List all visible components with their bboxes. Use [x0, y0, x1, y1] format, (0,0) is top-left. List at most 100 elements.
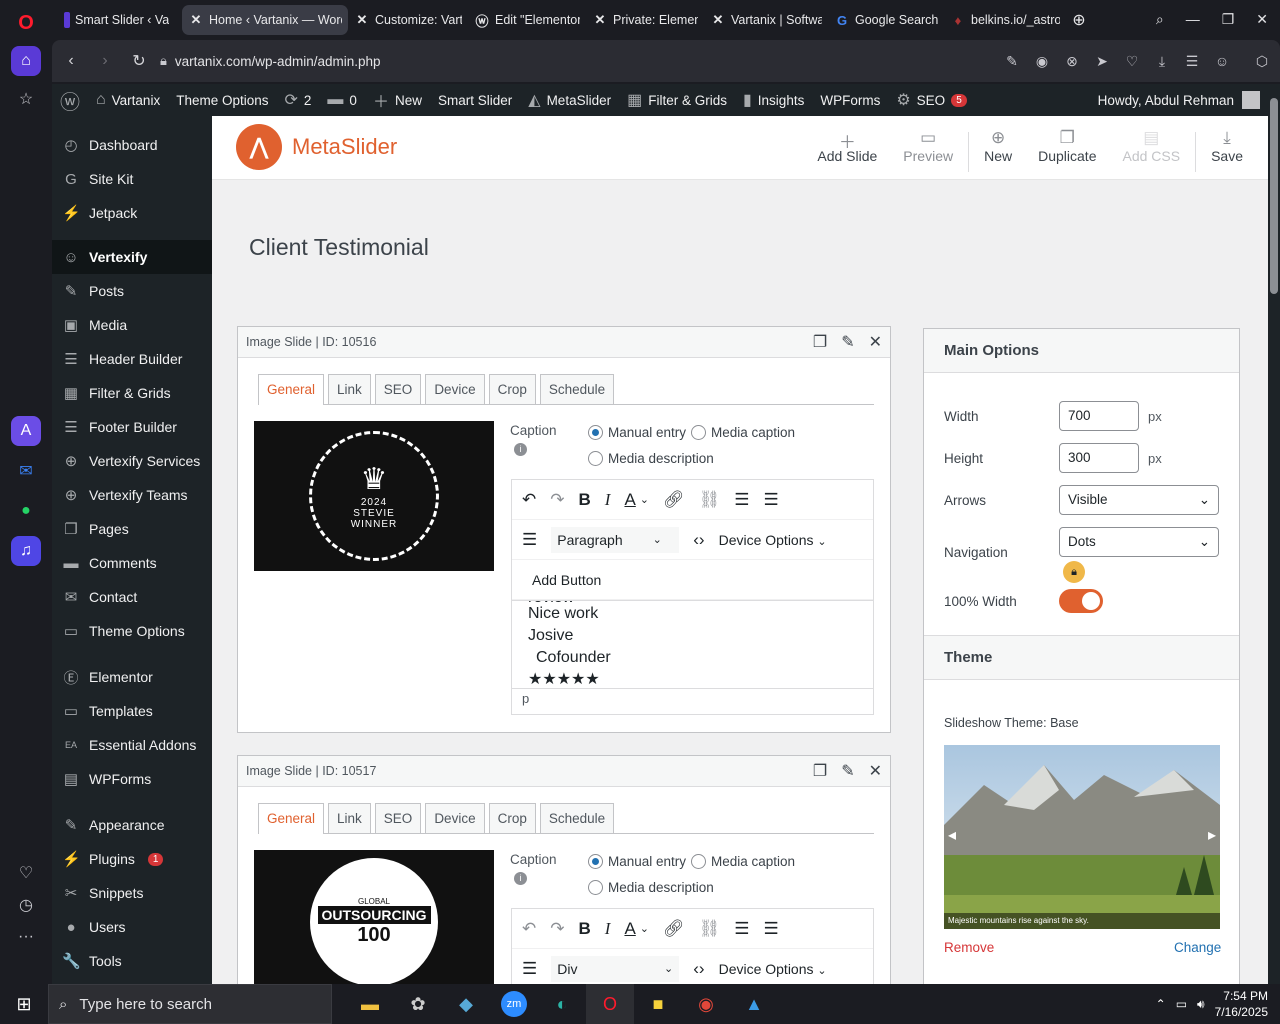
- browser-tab[interactable]: ✕ Vartanix | Softwa: [704, 5, 828, 35]
- editor-body[interactable]: review Nice work Josive Cofounder ★★★★★: [512, 600, 873, 688]
- tab-schedule[interactable]: Schedule: [539, 803, 615, 833]
- change-theme-link[interactable]: Change: [1174, 940, 1221, 955]
- remove-theme-link[interactable]: Remove: [944, 940, 994, 955]
- tab-general[interactable]: General: [258, 374, 325, 405]
- sidebar-item-theme-options[interactable]: ▭ Theme Options: [52, 614, 212, 648]
- prev-arrow-icon[interactable]: ◂: [948, 825, 956, 845]
- seo-link[interactable]: ⚙ SEO 5: [888, 84, 974, 116]
- link-icon[interactable]: 🔗︎: [663, 919, 685, 939]
- send-icon[interactable]: ➤: [1090, 49, 1114, 73]
- undo-icon[interactable]: ↶: [522, 919, 536, 939]
- network-icon[interactable]: ▭: [1176, 997, 1187, 1011]
- browser-tab[interactable]: G Google Search: [828, 5, 944, 35]
- bold-icon[interactable]: B: [579, 490, 591, 510]
- comments-link[interactable]: ▬ 0: [319, 84, 365, 116]
- block-icon[interactable]: ⊗: [1060, 49, 1084, 73]
- scrollbar-thumb[interactable]: [1270, 98, 1278, 294]
- heart-icon[interactable]: ♡: [11, 858, 41, 888]
- slide-image[interactable]: GLOBAL OUTSOURCING 100: [254, 850, 494, 984]
- sticky-notes-icon[interactable]: ■: [634, 984, 682, 1024]
- sidebar-item-appearance[interactable]: ✎ Appearance: [52, 808, 212, 842]
- opera-icon[interactable]: O: [586, 984, 634, 1024]
- page-scrollbar[interactable]: [1268, 84, 1280, 984]
- volume-icon[interactable]: 🔊︎: [1197, 997, 1205, 1012]
- manual-entry-radio[interactable]: Manual entry: [588, 854, 686, 869]
- italic-icon[interactable]: I: [605, 919, 611, 939]
- sidebar-item-elementor[interactable]: Ⓔ Elementor: [52, 660, 212, 694]
- edit-slide-icon[interactable]: ✎: [841, 761, 854, 781]
- format-select[interactable]: Paragraph ⌄: [551, 526, 680, 553]
- device-options-dropdown[interactable]: Device Options ⌄: [719, 532, 827, 548]
- tab-crop[interactable]: Crop: [488, 803, 536, 833]
- menu-icon[interactable]: ☰: [1180, 49, 1204, 73]
- media-description-radio[interactable]: Media description: [588, 880, 714, 895]
- format-select[interactable]: Div ⌄: [551, 955, 680, 982]
- add-slide-button[interactable]: ＋ Add Slide: [804, 128, 890, 164]
- file-explorer-icon[interactable]: ▬: [346, 984, 394, 1024]
- url-field[interactable]: vartanix.com/wp-admin/admin.php: [175, 54, 381, 69]
- chrome-icon[interactable]: ◉: [682, 984, 730, 1024]
- sidebar-item-templates[interactable]: ▭ Templates: [52, 694, 212, 728]
- width-input[interactable]: 700: [1059, 401, 1139, 431]
- edit-slide-icon[interactable]: ✎: [841, 332, 854, 352]
- music-icon[interactable]: ♫: [11, 536, 41, 566]
- sidebar-item-users[interactable]: ● Users: [52, 910, 212, 944]
- sidebar-item-jetpack[interactable]: ⚡ Jetpack: [52, 196, 212, 230]
- home-icon[interactable]: ⌂: [11, 46, 41, 76]
- more-icon[interactable]: ···: [11, 922, 41, 952]
- browser-tab[interactable]: ✕ Customize: Varta: [348, 5, 468, 35]
- undo-icon[interactable]: ↶: [522, 490, 536, 510]
- chevron-down-icon[interactable]: ⌄: [640, 922, 649, 935]
- browser-tab[interactable]: Smart Slider ‹ Va: [58, 5, 182, 35]
- save-button[interactable]: ⤓ Save: [1198, 128, 1256, 164]
- profile-icon[interactable]: ☺: [1210, 49, 1234, 73]
- back-icon[interactable]: ‹: [54, 44, 88, 78]
- duplicate-slide-icon[interactable]: ❐: [813, 332, 827, 352]
- sidebar-item-tools[interactable]: 🔧 Tools: [52, 944, 212, 978]
- height-input[interactable]: 300: [1059, 443, 1139, 473]
- chevron-up-icon[interactable]: ⌃: [1156, 997, 1166, 1011]
- browser-tab[interactable]: ♦ belkins.io/_astro: [944, 5, 1066, 35]
- tab-seo[interactable]: SEO: [374, 803, 422, 833]
- media-caption-radio[interactable]: Media caption: [691, 425, 795, 440]
- tab-link[interactable]: Link: [328, 374, 371, 404]
- app-diamond-icon[interactable]: ◆: [442, 984, 490, 1024]
- main-options-title[interactable]: Main Options: [924, 329, 1239, 373]
- paint-icon[interactable]: ✿: [394, 984, 442, 1024]
- tab-link[interactable]: Link: [328, 803, 371, 833]
- sidebar-item-media[interactable]: ▣ Media: [52, 308, 212, 342]
- sidebar-item-dashboard[interactable]: ◴ Dashboard: [52, 128, 212, 162]
- redo-icon[interactable]: ↷: [550, 919, 564, 939]
- text-color-icon[interactable]: A: [624, 919, 635, 939]
- heart-icon[interactable]: ♡: [1120, 49, 1144, 73]
- sidebar-item-wpforms[interactable]: ▤ WPForms: [52, 762, 212, 796]
- windows-start-icon[interactable]: ⊞: [0, 984, 48, 1024]
- clock[interactable]: 7:54 PM 7/16/2025: [1215, 988, 1268, 1020]
- sidebar-item-header-builder[interactable]: ☰ Header Builder: [52, 342, 212, 376]
- sidebar-item-vertexify[interactable]: ☺ Vertexify: [52, 240, 212, 274]
- align-right-icon[interactable]: ☰: [522, 959, 537, 979]
- sidebar-item-essential-addons[interactable]: EA Essential Addons: [52, 728, 212, 762]
- metaslider-link[interactable]: ◭ MetaSlider: [520, 84, 619, 116]
- maximize-icon[interactable]: ❐: [1222, 11, 1235, 28]
- tab-device[interactable]: Device: [425, 803, 485, 833]
- link-icon[interactable]: 🔗︎: [663, 490, 685, 510]
- code-icon[interactable]: ‹›: [693, 530, 704, 550]
- delete-slide-icon[interactable]: ✕: [869, 332, 882, 352]
- arrows-select[interactable]: Visible ⌄: [1059, 485, 1219, 515]
- device-options-dropdown[interactable]: Device Options ⌄: [719, 961, 827, 977]
- add-css-button[interactable]: ▤ Add CSS: [1109, 128, 1193, 164]
- slide-image[interactable]: ♛ 2024 STEVIE WINNER: [254, 421, 494, 571]
- user-menu[interactable]: Howdy, Abdul Rehman: [1098, 91, 1268, 109]
- slideshow-title[interactable]: Client Testimonial: [249, 234, 429, 261]
- tab-general[interactable]: General: [258, 803, 325, 834]
- sidebar-item-vertexify-teams[interactable]: ⊕ Vertexify Teams: [52, 478, 212, 512]
- star-icon[interactable]: ☆: [11, 84, 41, 114]
- reload-icon[interactable]: ↻: [122, 44, 156, 78]
- camera-icon[interactable]: ◉: [1030, 49, 1054, 73]
- theme-title[interactable]: Theme: [924, 636, 1239, 680]
- add-button[interactable]: Add Button: [532, 572, 601, 588]
- insights-link[interactable]: ▮ Insights: [735, 84, 812, 116]
- sidebar-item-plugins[interactable]: ⚡ Plugins 1: [52, 842, 212, 876]
- delete-slide-icon[interactable]: ✕: [869, 761, 882, 781]
